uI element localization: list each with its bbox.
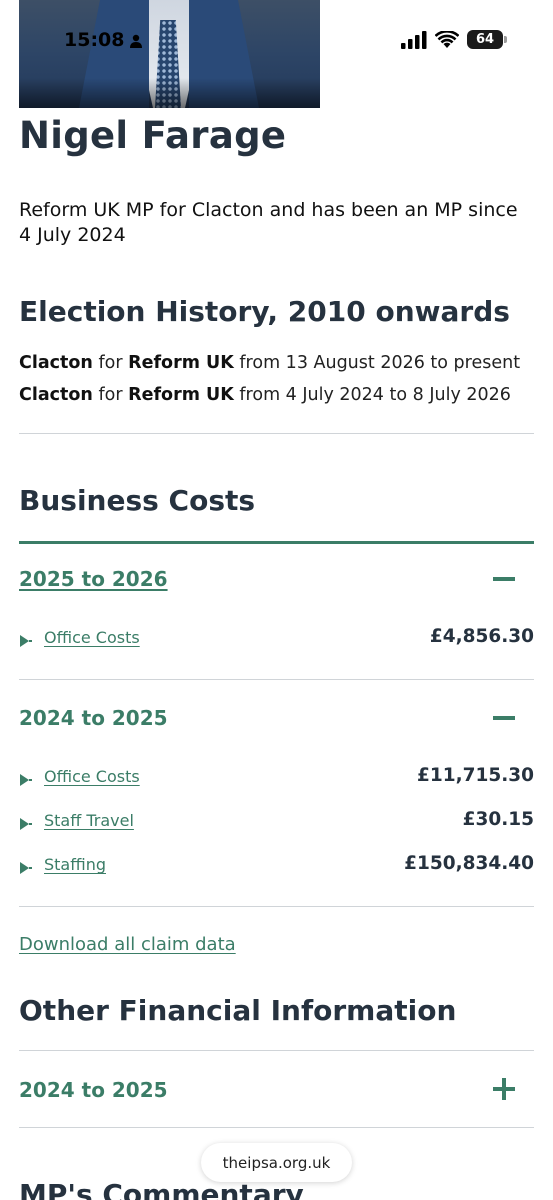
election-history-heading: Election History, 2010 onwards (19, 295, 510, 328)
other-financial-heading: Other Financial Information (19, 994, 457, 1027)
divider (19, 906, 534, 907)
status-time: 15:08 (64, 29, 125, 51)
cost-row: Staffing £150,834.40 (19, 853, 534, 877)
staff-travel-link[interactable]: Staff Travel (44, 811, 134, 830)
period: from 4 July 2024 to 8 July 2026 (239, 385, 511, 405)
other-year-2024-2025-toggle[interactable]: 2024 to 2025 (19, 1078, 168, 1102)
cost-amount: £4,856.30 (429, 626, 534, 647)
party: Reform UK (128, 353, 234, 373)
profile-photo (19, 0, 320, 108)
mp-subtitle: Reform UK MP for Clacton and has been an… (19, 199, 518, 246)
party: Reform UK (128, 385, 234, 405)
cost-row: Staff Travel £30.15 (19, 809, 534, 833)
cost-amount: £150,834.40 (404, 853, 534, 874)
divider (19, 679, 534, 680)
year-2025-2026-toggle[interactable]: 2025 to 2026 (19, 567, 168, 591)
constituency: Clacton (19, 353, 93, 373)
status-icons: 64 (401, 30, 507, 49)
play-arrow-icon[interactable] (19, 634, 33, 648)
expand-icon[interactable] (493, 1078, 515, 1100)
business-costs-heading: Business Costs (19, 484, 256, 517)
play-arrow-icon[interactable] (19, 773, 33, 787)
collapse-icon[interactable] (493, 568, 515, 590)
cost-amount: £30.15 (462, 809, 534, 830)
office-costs-link[interactable]: Office Costs (44, 628, 140, 647)
play-arrow-icon[interactable] (19, 861, 33, 875)
period: from 13 August 2026 to present (239, 353, 521, 373)
election-row: Clacton for Reform UK from 13 August 202… (19, 353, 520, 373)
play-arrow-icon[interactable] (19, 817, 33, 831)
person-icon (130, 34, 142, 48)
election-row: Clacton for Reform UK from 4 July 2024 t… (19, 385, 511, 405)
collapse-icon[interactable] (493, 707, 515, 729)
battery-icon: 64 (467, 30, 507, 49)
year-2024-2025-toggle[interactable]: 2024 to 2025 (19, 706, 168, 730)
office-costs-link[interactable]: Office Costs (44, 767, 140, 786)
cost-row: Office Costs £4,856.30 (19, 626, 534, 650)
divider (19, 433, 534, 434)
staffing-link[interactable]: Staffing (44, 855, 106, 874)
for-text: for (98, 353, 123, 373)
cost-row: Office Costs £11,715.30 (19, 765, 534, 789)
browser-url-bar[interactable]: theipsa.org.uk (201, 1143, 352, 1182)
wifi-icon (435, 30, 459, 48)
accordion-top-border (19, 541, 534, 544)
cost-amount: £11,715.30 (416, 765, 534, 786)
for-text: for (98, 385, 123, 405)
constituency: Clacton (19, 385, 93, 405)
divider (19, 1050, 534, 1051)
signal-icon (401, 30, 427, 49)
download-claim-data-link[interactable]: Download all claim data (19, 934, 236, 955)
divider (19, 1127, 534, 1128)
page-title: Nigel Farage (19, 114, 287, 157)
